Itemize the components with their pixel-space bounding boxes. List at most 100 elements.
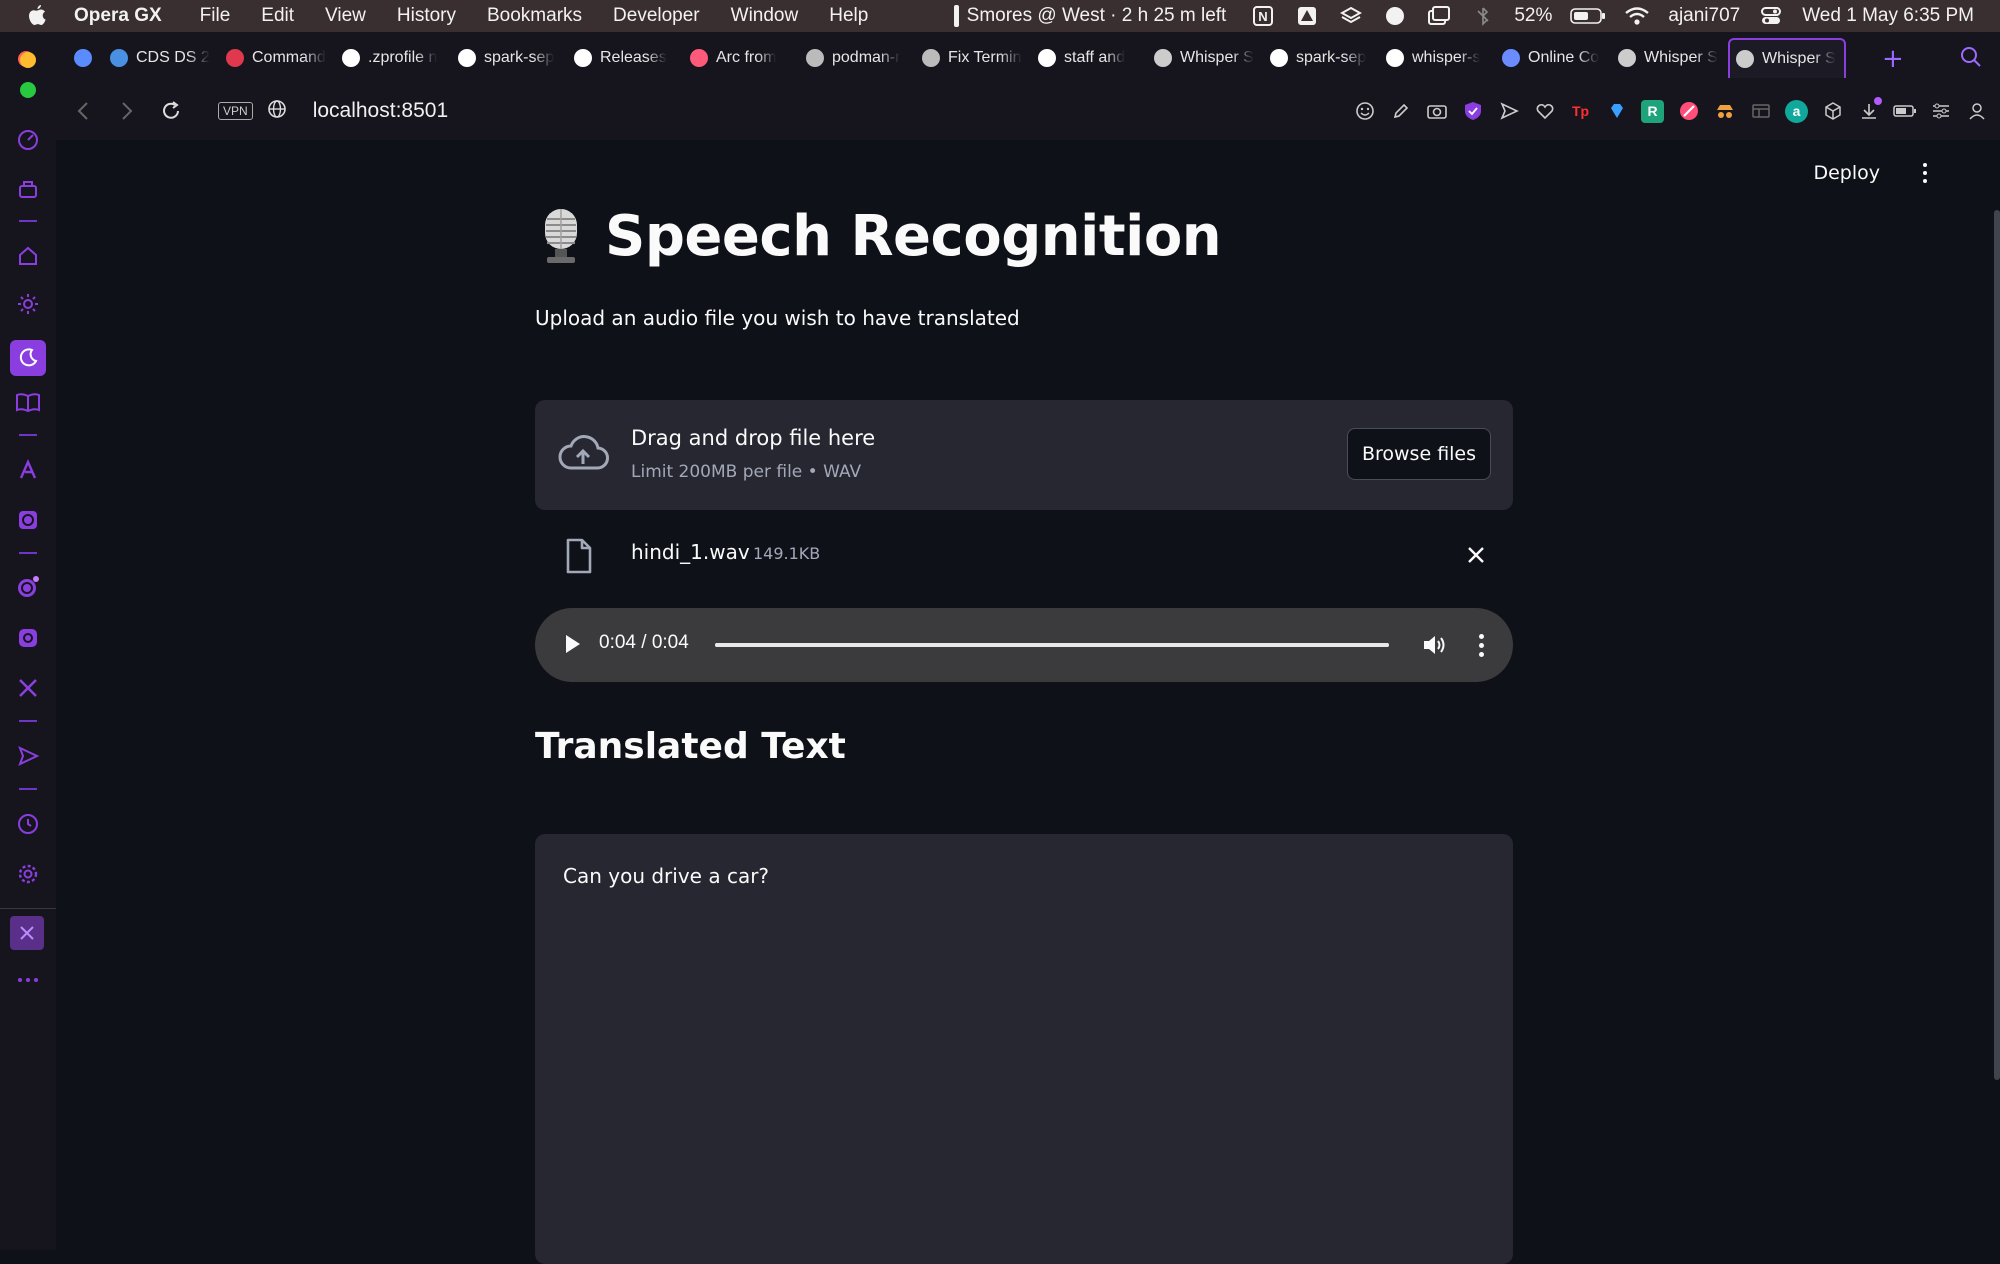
download-icon[interactable] xyxy=(1857,96,1882,123)
camera-icon[interactable] xyxy=(1425,100,1448,123)
profile-icon[interactable] xyxy=(1965,100,1988,123)
x-twitter-icon[interactable] xyxy=(14,674,42,702)
file-uploader-dropzone[interactable]: Drag and drop file here Limit 200MB per … xyxy=(535,400,1513,510)
apple-menu-icon[interactable] xyxy=(22,1,52,31)
gx-corner-icon[interactable] xyxy=(14,175,42,203)
table-extension-icon[interactable] xyxy=(1749,100,1772,123)
aria-icon[interactable] xyxy=(14,456,42,484)
now-playing-status[interactable]: Smores @ West · 2 h 25 m left xyxy=(953,5,1226,27)
minimize-window-button[interactable] xyxy=(20,52,36,68)
spy-extension-icon[interactable] xyxy=(1713,100,1736,123)
audio-progress-bar[interactable] xyxy=(715,643,1389,647)
forward-button[interactable] xyxy=(110,94,144,128)
whatsapp-icon[interactable] xyxy=(14,574,42,602)
heart-icon[interactable] xyxy=(1533,100,1556,123)
edit-icon[interactable] xyxy=(1389,100,1412,123)
menu-window[interactable]: Window xyxy=(731,5,799,27)
battery-icon[interactable] xyxy=(1570,3,1606,29)
translated-text-heading: Translated Text xyxy=(535,726,846,767)
menu-help[interactable]: Help xyxy=(829,5,868,27)
record-icon[interactable] xyxy=(1382,3,1408,29)
menu-bookmarks[interactable]: Bookmarks xyxy=(487,5,582,27)
main-menu-button[interactable] xyxy=(1912,158,1938,188)
reload-button[interactable] xyxy=(154,94,188,128)
url-field[interactable]: localhost:8501 xyxy=(313,99,448,123)
block-extension-icon[interactable] xyxy=(1677,100,1700,123)
bluetooth-off-icon[interactable] xyxy=(1470,3,1496,29)
instagram-icon[interactable] xyxy=(14,624,42,652)
microphone-icon xyxy=(1154,49,1172,67)
play-icon[interactable] xyxy=(563,632,583,656)
easy-setup-icon[interactable] xyxy=(1929,100,1952,123)
tp-extension-icon[interactable]: Tp xyxy=(1569,100,1592,123)
hide-sidebar-icon[interactable] xyxy=(10,916,44,950)
tab-12[interactable]: whisper-s xyxy=(1380,38,1496,78)
book-icon[interactable] xyxy=(14,388,42,416)
emoji-icon[interactable] xyxy=(1353,100,1376,123)
tab-4[interactable]: spark-sep xyxy=(452,38,568,78)
a-extension-icon[interactable]: a xyxy=(1785,99,1808,123)
tab-5[interactable]: Releases xyxy=(568,38,684,78)
battery-saver-icon[interactable] xyxy=(1893,100,1916,123)
speed-dial-icon[interactable] xyxy=(14,126,42,154)
remove-file-icon[interactable] xyxy=(1465,544,1487,566)
tab-3[interactable]: .zprofile n xyxy=(336,38,452,78)
send-flow-icon[interactable] xyxy=(14,742,42,770)
tab-9[interactable]: staff and xyxy=(1032,38,1148,78)
tab-10[interactable]: Whisper S xyxy=(1148,38,1264,78)
sun-icon[interactable] xyxy=(14,290,42,318)
user-name[interactable]: ajani707 xyxy=(1668,5,1740,27)
tab-1[interactable]: CDS DS 2 xyxy=(104,38,220,78)
tab-14[interactable]: Whisper S xyxy=(1612,38,1728,78)
control-center-icon[interactable] xyxy=(1758,3,1784,29)
volume-icon[interactable] xyxy=(1421,632,1447,658)
gem-extension-icon[interactable] xyxy=(1605,100,1628,123)
tab-8[interactable]: Fix Termin xyxy=(916,38,1032,78)
tab-0[interactable] xyxy=(68,38,104,78)
menu-history[interactable]: History xyxy=(397,5,456,27)
settings-gear-icon[interactable] xyxy=(14,860,42,888)
browse-files-button[interactable]: Browse files xyxy=(1347,428,1491,480)
tab-label: whisper-s xyxy=(1412,49,1481,66)
menu-edit[interactable]: Edit xyxy=(261,5,294,27)
globe-icon[interactable] xyxy=(267,99,287,123)
more-options-icon[interactable] xyxy=(14,966,42,994)
cube-icon[interactable] xyxy=(1821,100,1844,123)
window-switch-icon[interactable] xyxy=(1426,3,1452,29)
layers-icon[interactable] xyxy=(1338,3,1364,29)
shield-icon[interactable] xyxy=(1461,100,1484,123)
microphone-icon xyxy=(1618,49,1636,67)
audio-player: 0:04 / 0:04 xyxy=(535,608,1513,682)
chatgpt-icon[interactable] xyxy=(14,506,42,534)
vpn-badge[interactable]: VPN xyxy=(218,102,253,120)
send-icon[interactable] xyxy=(1497,100,1520,123)
tab-7[interactable]: podman-r xyxy=(800,38,916,78)
history-icon[interactable] xyxy=(14,810,42,838)
date-time[interactable]: Wed 1 May 6:35 PM xyxy=(1802,5,1974,27)
deploy-button[interactable]: Deploy xyxy=(1813,162,1880,184)
audio-more-options-icon[interactable] xyxy=(1477,631,1485,659)
app-name-menu[interactable]: Opera GX xyxy=(74,5,162,27)
tab-2[interactable]: Command xyxy=(220,38,336,78)
translated-text-area[interactable]: Can you drive a car? xyxy=(535,834,1513,1264)
notion-icon[interactable]: N xyxy=(1250,3,1276,29)
wifi-icon[interactable] xyxy=(1624,3,1650,29)
home-icon[interactable] xyxy=(14,242,42,270)
menu-file[interactable]: File xyxy=(200,5,231,27)
tab-6[interactable]: Arc from xyxy=(684,38,800,78)
google-icon xyxy=(342,49,360,67)
zoom-window-button[interactable] xyxy=(20,82,36,98)
scrollbar[interactable] xyxy=(1994,210,2000,1080)
new-tab-button[interactable]: + xyxy=(1882,44,1904,74)
tab-15[interactable]: Whisper S xyxy=(1728,38,1846,78)
tab-13[interactable]: Online Co xyxy=(1496,38,1612,78)
tab-11[interactable]: spark-sep xyxy=(1264,38,1380,78)
r-extension-icon[interactable]: R xyxy=(1641,99,1664,123)
drive-icon[interactable] xyxy=(1294,3,1320,29)
back-button[interactable] xyxy=(66,94,100,128)
menu-developer[interactable]: Developer xyxy=(613,5,700,27)
moon-icon[interactable] xyxy=(10,340,46,376)
tab-search-icon[interactable] xyxy=(1960,46,1982,72)
studio-microphone-icon xyxy=(545,208,577,263)
menu-view[interactable]: View xyxy=(325,5,366,27)
